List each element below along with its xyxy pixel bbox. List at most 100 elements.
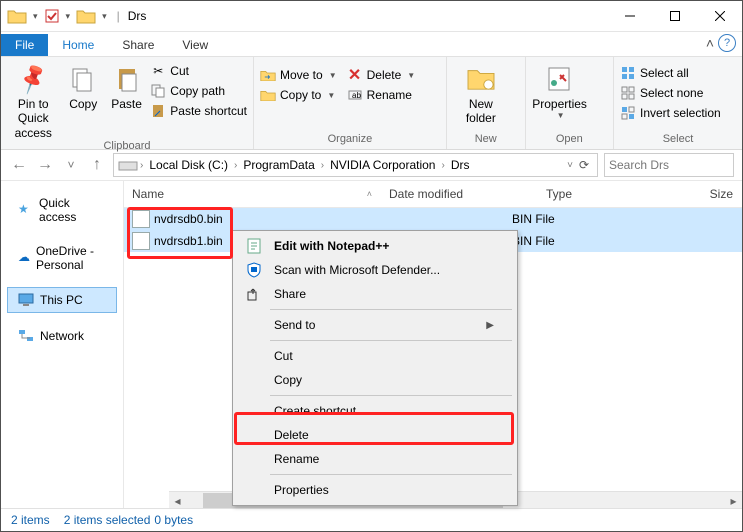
addr-dropdown-icon[interactable]: ˅ bbox=[567, 160, 573, 171]
chevron-right-icon[interactable]: › bbox=[321, 160, 324, 171]
crumb-1[interactable]: ProgramData bbox=[239, 158, 318, 172]
file-name: nvdrsdb0.bin bbox=[154, 212, 223, 226]
col-type[interactable]: Type bbox=[538, 187, 665, 201]
chevron-right-icon[interactable]: › bbox=[441, 160, 444, 171]
nav-network[interactable]: Network bbox=[7, 323, 117, 349]
checkbox-icon[interactable] bbox=[44, 8, 60, 24]
copy-button[interactable]: Copy bbox=[64, 59, 103, 111]
moveto-button[interactable]: Move to▼ bbox=[260, 67, 337, 83]
ctx-copy[interactable]: Copy bbox=[236, 368, 514, 392]
new-folder-button[interactable]: New folder bbox=[453, 59, 509, 126]
search-input[interactable]: Search Drs bbox=[604, 153, 734, 177]
ctx-send-to[interactable]: Send to▶ bbox=[236, 313, 514, 337]
pin-icon: 📌 bbox=[12, 58, 55, 101]
maximize-button[interactable] bbox=[652, 1, 697, 31]
scroll-right-icon[interactable]: ▸ bbox=[725, 494, 742, 508]
tab-file[interactable]: File bbox=[1, 34, 48, 56]
invert-selection-button[interactable]: Invert selection bbox=[620, 105, 721, 121]
ctx-create-shortcut[interactable]: Create shortcut bbox=[236, 399, 514, 423]
ribbon-tabs: File Home Share View ˄ ? bbox=[1, 32, 742, 56]
file-name: nvdrsdb1.bin bbox=[154, 234, 223, 248]
ctx-properties[interactable]: Properties bbox=[236, 478, 514, 502]
window-title: Drs bbox=[124, 9, 607, 23]
group-select-label: Select bbox=[620, 133, 736, 147]
paste-icon bbox=[111, 63, 143, 95]
current-folder-icon bbox=[76, 8, 96, 24]
shield-icon bbox=[244, 260, 264, 280]
details-pane: Name˄ Date modified Type Size nvdrsdb0.b… bbox=[124, 181, 742, 513]
rename-button[interactable]: abRename bbox=[347, 87, 416, 103]
ctx-scan-defender[interactable]: Scan with Microsoft Defender... bbox=[236, 258, 514, 282]
scroll-left-icon[interactable]: ◂ bbox=[169, 494, 186, 508]
pin-label: Pin to Quick access bbox=[7, 97, 60, 140]
col-name[interactable]: Name˄ bbox=[124, 187, 381, 201]
crumb-2[interactable]: NVIDIA Corporation bbox=[326, 158, 439, 172]
properties-button[interactable]: Properties▼ bbox=[532, 59, 588, 121]
paste-shortcut-button[interactable]: Paste shortcut bbox=[150, 103, 247, 119]
copyto-button[interactable]: Copy to▼ bbox=[260, 87, 337, 103]
ctx-separator bbox=[270, 474, 512, 475]
paste-button[interactable]: Paste bbox=[107, 59, 146, 111]
close-button[interactable] bbox=[697, 1, 742, 31]
status-count: 2 items bbox=[11, 513, 50, 527]
file-type: BIN File bbox=[512, 234, 622, 248]
col-size[interactable]: Size bbox=[665, 187, 742, 201]
tab-home[interactable]: Home bbox=[48, 34, 108, 56]
delete-button[interactable]: ✕Delete▼ bbox=[347, 67, 416, 83]
moveto-icon bbox=[260, 67, 276, 83]
recent-dropdown[interactable]: ˅ bbox=[61, 155, 81, 175]
select-none-button[interactable]: Select none bbox=[620, 85, 721, 101]
qat-dropdown2-icon[interactable]: ▾ bbox=[66, 11, 71, 22]
select-none-icon bbox=[620, 85, 636, 101]
new-folder-label: New folder bbox=[453, 97, 509, 126]
status-size: 0 bytes bbox=[154, 513, 193, 527]
delete-icon: ✕ bbox=[347, 67, 363, 83]
breadcrumb[interactable]: › Local Disk (C:) › ProgramData › NVIDIA… bbox=[113, 153, 598, 177]
sort-asc-icon: ˄ bbox=[367, 189, 372, 199]
ribbon-expand-icon[interactable]: ˄ bbox=[706, 35, 714, 51]
col-date[interactable]: Date modified bbox=[381, 187, 538, 201]
title-separator: | bbox=[113, 9, 124, 23]
chevron-right-icon[interactable]: › bbox=[140, 160, 143, 171]
ribbon: 📌Pin to Quick access Copy Paste ✂Cut Cop… bbox=[1, 56, 742, 150]
back-button[interactable]: ← bbox=[9, 155, 29, 175]
chevron-down-icon: ▼ bbox=[327, 91, 335, 100]
ctx-edit-notepad[interactable]: Edit with Notepad++ bbox=[236, 234, 514, 258]
nav-quick-access[interactable]: ★Quick access bbox=[7, 191, 117, 229]
file-row[interactable]: nvdrsdb0.bin BIN File bbox=[124, 208, 742, 230]
refresh-button[interactable]: ⟳ bbox=[575, 158, 593, 172]
group-organize-label: Organize bbox=[260, 133, 440, 147]
ctx-delete[interactable]: Delete bbox=[236, 423, 514, 447]
share-icon bbox=[244, 284, 264, 304]
crumb-3[interactable]: Drs bbox=[447, 158, 474, 172]
paste-label: Paste bbox=[111, 97, 142, 111]
minimize-button[interactable] bbox=[607, 1, 652, 31]
ctx-share[interactable]: Share bbox=[236, 282, 514, 306]
column-headers: Name˄ Date modified Type Size bbox=[124, 181, 742, 208]
cut-icon: ✂ bbox=[150, 63, 166, 79]
select-all-button[interactable]: Select all bbox=[620, 65, 721, 81]
ctx-cut[interactable]: Cut bbox=[236, 344, 514, 368]
status-bar: 2 items 2 items selected 0 bytes bbox=[1, 508, 742, 531]
qat-dropdown-icon[interactable]: ▾ bbox=[33, 11, 38, 22]
chevron-right-icon[interactable]: › bbox=[234, 160, 237, 171]
file-type: BIN File bbox=[512, 212, 622, 226]
copypath-button[interactable]: Copy path bbox=[150, 83, 247, 99]
nav-this-pc[interactable]: This PC bbox=[7, 287, 117, 313]
ctx-rename[interactable]: Rename bbox=[236, 447, 514, 471]
nav-onedrive[interactable]: ☁OneDrive - Personal bbox=[7, 239, 117, 277]
up-button[interactable]: ↑ bbox=[87, 155, 107, 175]
forward-button[interactable]: → bbox=[35, 155, 55, 175]
crumb-0[interactable]: Local Disk (C:) bbox=[145, 158, 232, 172]
properties-icon bbox=[544, 63, 576, 95]
tab-view[interactable]: View bbox=[168, 34, 222, 56]
ctx-separator bbox=[270, 395, 512, 396]
tab-share[interactable]: Share bbox=[108, 34, 168, 56]
help-icon[interactable]: ? bbox=[718, 34, 736, 52]
cut-button[interactable]: ✂Cut bbox=[150, 63, 247, 79]
chevron-down-icon: ▼ bbox=[407, 71, 415, 80]
pin-quickaccess-button[interactable]: 📌Pin to Quick access bbox=[7, 59, 60, 140]
qat-overflow-icon[interactable]: ▾ bbox=[102, 11, 107, 22]
address-bar: ← → ˅ ↑ › Local Disk (C:) › ProgramData … bbox=[1, 150, 742, 181]
select-all-icon bbox=[620, 65, 636, 81]
